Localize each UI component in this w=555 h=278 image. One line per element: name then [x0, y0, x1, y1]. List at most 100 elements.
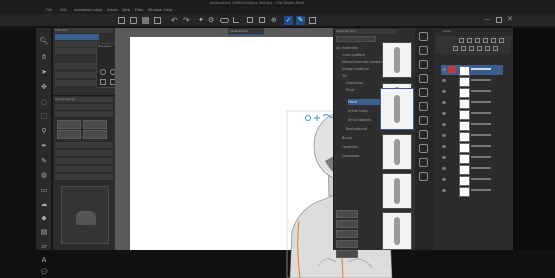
balloon-tool-icon[interactable]: 💬︎ [39, 268, 49, 277]
sub-tool-item-transform[interactable] [55, 72, 99, 78]
eye-icon[interactable] [442, 68, 446, 71]
eye-icon[interactable] [442, 112, 446, 115]
canvas-tab[interactable]: Illustration1 [228, 28, 264, 35]
sparkle-icon[interactable]: ✦ [198, 16, 204, 24]
layer-row[interactable] [441, 186, 503, 197]
eye-icon[interactable] [442, 79, 446, 82]
pose-preview[interactable] [61, 186, 109, 244]
layer-row[interactable] [441, 175, 503, 186]
material-tree-item[interactable]: Small objects [348, 117, 382, 123]
material-tag-button[interactable] [336, 240, 358, 248]
material-tag-button[interactable] [336, 210, 358, 218]
layer-row[interactable] [441, 131, 503, 142]
grid-icon[interactable] [309, 17, 316, 24]
sub-tool-item-move[interactable] [55, 80, 99, 86]
move-tool-icon[interactable]: ✥ [39, 83, 49, 92]
text-tool-icon[interactable]: A [39, 256, 49, 265]
layer-tool-icon[interactable] [499, 38, 504, 43]
sub-tool-item-lighttable[interactable] [55, 41, 99, 47]
save-icon[interactable] [142, 17, 149, 24]
layer-row[interactable] [441, 98, 503, 109]
property-button[interactable] [57, 130, 81, 139]
palette-icon[interactable] [419, 158, 428, 167]
menu-select[interactable]: Select [107, 8, 118, 12]
menu-layer[interactable]: Layer [93, 8, 103, 12]
layer-tool-icon[interactable] [477, 46, 482, 51]
sub-tool-item-correct[interactable] [55, 48, 99, 54]
sub-tool-item-object[interactable] [55, 34, 99, 40]
layer-row[interactable] [441, 153, 503, 164]
operation-tool-icon[interactable]: ➤ [39, 68, 49, 77]
property-button[interactable] [83, 120, 107, 129]
gradient-tool-icon[interactable]: ▤ [39, 228, 49, 237]
eye-icon[interactable] [442, 90, 446, 93]
palette-icon[interactable] [419, 88, 428, 97]
menu-file[interactable]: File [46, 8, 52, 12]
eraser-tool-icon[interactable]: ▭ [39, 186, 49, 195]
palette-icon[interactable] [419, 172, 428, 181]
new-canvas-icon[interactable] [118, 17, 125, 24]
blend-tool-icon[interactable]: ☁ [39, 200, 49, 209]
menu-filter[interactable]: Filter [135, 8, 144, 12]
material-tree-item[interactable]: Favorites [342, 144, 376, 150]
minimize-icon[interactable]: — [484, 16, 490, 23]
layer-tool-icon[interactable] [485, 46, 490, 51]
property-row[interactable] [55, 111, 113, 118]
material-tag-button[interactable] [336, 250, 358, 258]
menu-animation[interactable]: Animation [74, 8, 92, 12]
layer-row[interactable] [441, 164, 503, 175]
layer-tool-icon[interactable] [475, 38, 480, 43]
eye-icon[interactable] [442, 134, 446, 137]
layer-tool-icon[interactable] [469, 46, 474, 51]
layer-tool-icon[interactable] [459, 38, 464, 43]
palette-icon[interactable] [419, 60, 428, 69]
property-row[interactable] [55, 174, 113, 181]
eyedropper-tool-icon[interactable]: ⚲ [39, 127, 49, 136]
property-row[interactable] [55, 104, 113, 111]
close-icon[interactable]: ✕ [507, 15, 513, 23]
open-icon[interactable] [130, 17, 137, 24]
eye-icon[interactable] [442, 123, 446, 126]
menu-edit[interactable]: Edit [60, 8, 67, 12]
property-button[interactable] [83, 130, 107, 139]
pose-thumbnail-selected[interactable] [380, 88, 414, 130]
pose-thumbnail[interactable] [382, 212, 412, 250]
layer-tool-icon[interactable] [483, 38, 488, 43]
sub-tool-item-layer-move[interactable] [55, 63, 99, 69]
crosshair-icon[interactable]: ⊕ [271, 16, 277, 24]
material-tree-item[interactable]: Background [346, 126, 380, 132]
hand-tool-icon[interactable]: ✋︎ [39, 53, 49, 62]
lasso-tool-icon[interactable]: ◌ [39, 98, 49, 107]
brush-tool-icon[interactable]: ✎ [39, 157, 49, 166]
material-tag-button[interactable] [336, 230, 358, 238]
transform-icon[interactable] [247, 17, 253, 23]
palette-icon[interactable] [419, 74, 428, 83]
clipboard-icon[interactable] [154, 17, 161, 24]
pose-thumbnail[interactable] [382, 42, 412, 78]
material-tree-item-selected[interactable]: Hand [348, 99, 382, 105]
selection-mode-icon[interactable]: ✓ [284, 16, 293, 25]
property-button[interactable] [57, 120, 81, 129]
toggle-icon[interactable] [220, 18, 229, 23]
layer-row[interactable] [441, 87, 503, 98]
layer-row[interactable] [441, 76, 503, 87]
layer-row-selected[interactable] [441, 65, 503, 76]
undo-icon[interactable]: ↶ [171, 16, 178, 25]
layer-row[interactable] [441, 109, 503, 120]
material-tree-item[interactable]: Brush [342, 135, 376, 141]
clear-icon[interactable] [259, 17, 265, 23]
crop-icon[interactable] [233, 17, 239, 23]
property-row[interactable] [55, 142, 113, 149]
pose-thumbnail[interactable] [382, 173, 412, 209]
palette-icon[interactable] [419, 46, 428, 55]
layer-tool-icon[interactable] [453, 46, 458, 51]
palette-icon[interactable] [419, 144, 428, 153]
palette-icon[interactable] [419, 102, 428, 111]
layer-row[interactable] [441, 120, 503, 131]
pen-tool-icon[interactable]: ✒ [39, 142, 49, 151]
pose-thumbnail[interactable] [382, 134, 412, 170]
material-search-input[interactable] [336, 36, 376, 42]
layer-row[interactable] [441, 142, 503, 153]
material-tree-item[interactable]: Download [342, 153, 376, 159]
menu-help[interactable]: Help [164, 8, 172, 12]
